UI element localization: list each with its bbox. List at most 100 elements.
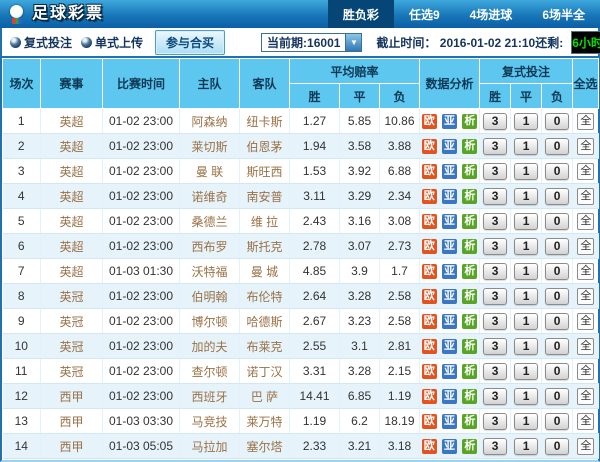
select-all-row-button[interactable]: 全 — [577, 238, 594, 255]
bet-lose-button[interactable]: 0 — [545, 163, 569, 180]
bet-lose-button[interactable]: 0 — [545, 213, 569, 230]
asia-odds-icon[interactable]: 亚 — [442, 289, 457, 304]
europe-odds-icon[interactable]: 欧 — [422, 139, 437, 154]
select-all-row-button[interactable]: 全 — [577, 438, 594, 455]
asia-odds-icon[interactable]: 亚 — [442, 339, 457, 354]
bet-lose-button[interactable]: 0 — [545, 113, 569, 130]
tab-4-match-goals[interactable]: 4场进球 — [455, 0, 528, 28]
asia-odds-icon[interactable]: 亚 — [442, 114, 457, 129]
asia-odds-icon[interactable]: 亚 — [442, 439, 457, 454]
bet-draw-button[interactable]: 1 — [514, 238, 538, 255]
bet-draw-button[interactable]: 1 — [514, 438, 538, 455]
radio-single-upload-icon[interactable] — [81, 37, 92, 48]
bet-lose-button[interactable]: 0 — [545, 413, 569, 430]
radio-single-upload[interactable]: 单式上传 — [81, 34, 143, 51]
bet-win-button[interactable]: 3 — [483, 313, 507, 330]
asia-odds-icon[interactable]: 亚 — [442, 164, 457, 179]
bet-lose-button[interactable]: 0 — [545, 438, 569, 455]
bet-draw-button[interactable]: 1 — [514, 363, 538, 380]
bet-lose-button[interactable]: 0 — [545, 288, 569, 305]
analysis-icon[interactable]: 析 — [462, 414, 477, 429]
analysis-icon[interactable]: 析 — [462, 339, 477, 354]
select-all-row-button[interactable]: 全 — [577, 313, 594, 330]
bet-draw-button[interactable]: 1 — [514, 113, 538, 130]
tab-win-draw-lose[interactable]: 胜负彩 — [328, 0, 394, 28]
select-all-row-button[interactable]: 全 — [577, 388, 594, 405]
europe-odds-icon[interactable]: 欧 — [422, 439, 437, 454]
chevron-down-icon[interactable]: ▼ — [345, 34, 361, 51]
europe-odds-icon[interactable]: 欧 — [422, 364, 437, 379]
asia-odds-icon[interactable]: 亚 — [442, 189, 457, 204]
bet-win-button[interactable]: 3 — [483, 188, 507, 205]
asia-odds-icon[interactable]: 亚 — [442, 239, 457, 254]
europe-odds-icon[interactable]: 欧 — [422, 389, 437, 404]
bet-win-button[interactable]: 3 — [483, 213, 507, 230]
bet-win-button[interactable]: 3 — [483, 163, 507, 180]
bet-draw-button[interactable]: 1 — [514, 138, 538, 155]
bet-lose-button[interactable]: 0 — [545, 238, 569, 255]
bet-lose-button[interactable]: 0 — [545, 313, 569, 330]
europe-odds-icon[interactable]: 欧 — [422, 239, 437, 254]
radio-multi-bet-icon[interactable] — [10, 37, 21, 48]
analysis-icon[interactable]: 析 — [462, 239, 477, 254]
analysis-icon[interactable]: 析 — [462, 214, 477, 229]
bet-win-button[interactable]: 3 — [483, 263, 507, 280]
bet-draw-button[interactable]: 1 — [514, 263, 538, 280]
select-all-row-button[interactable]: 全 — [577, 113, 594, 130]
analysis-icon[interactable]: 析 — [462, 164, 477, 179]
europe-odds-icon[interactable]: 欧 — [422, 289, 437, 304]
bet-draw-button[interactable]: 1 — [514, 338, 538, 355]
europe-odds-icon[interactable]: 欧 — [422, 339, 437, 354]
bet-win-button[interactable]: 3 — [483, 113, 507, 130]
europe-odds-icon[interactable]: 欧 — [422, 414, 437, 429]
europe-odds-icon[interactable]: 欧 — [422, 314, 437, 329]
bet-lose-button[interactable]: 0 — [545, 188, 569, 205]
europe-odds-icon[interactable]: 欧 — [422, 264, 437, 279]
bet-win-button[interactable]: 3 — [483, 288, 507, 305]
bet-win-button[interactable]: 3 — [483, 238, 507, 255]
europe-odds-icon[interactable]: 欧 — [422, 114, 437, 129]
bet-draw-button[interactable]: 1 — [514, 313, 538, 330]
bet-win-button[interactable]: 3 — [483, 338, 507, 355]
bet-win-button[interactable]: 3 — [483, 438, 507, 455]
bet-lose-button[interactable]: 0 — [545, 138, 569, 155]
bet-draw-button[interactable]: 1 — [514, 388, 538, 405]
analysis-icon[interactable]: 析 — [462, 189, 477, 204]
asia-odds-icon[interactable]: 亚 — [442, 264, 457, 279]
bet-win-button[interactable]: 3 — [483, 413, 507, 430]
bet-lose-button[interactable]: 0 — [545, 338, 569, 355]
select-all-row-button[interactable]: 全 — [577, 338, 594, 355]
bet-draw-button[interactable]: 1 — [514, 188, 538, 205]
bet-lose-button[interactable]: 0 — [545, 363, 569, 380]
asia-odds-icon[interactable]: 亚 — [442, 314, 457, 329]
tab-6-match-half-full[interactable]: 6场半全 — [527, 0, 600, 28]
analysis-icon[interactable]: 析 — [462, 314, 477, 329]
bet-draw-button[interactable]: 1 — [514, 288, 538, 305]
radio-multi-bet[interactable]: 复式投注 — [10, 34, 72, 51]
asia-odds-icon[interactable]: 亚 — [442, 389, 457, 404]
select-all-row-button[interactable]: 全 — [577, 188, 594, 205]
bet-win-button[interactable]: 3 — [483, 388, 507, 405]
tab-pick-9[interactable]: 任选9 — [394, 0, 455, 28]
select-all-row-button[interactable]: 全 — [577, 413, 594, 430]
europe-odds-icon[interactable]: 欧 — [422, 189, 437, 204]
europe-odds-icon[interactable]: 欧 — [422, 164, 437, 179]
select-all-row-button[interactable]: 全 — [577, 288, 594, 305]
analysis-icon[interactable]: 析 — [462, 389, 477, 404]
select-all-row-button[interactable]: 全 — [577, 363, 594, 380]
asia-odds-icon[interactable]: 亚 — [442, 139, 457, 154]
period-select[interactable]: 当前期:16001 ▼ — [261, 33, 362, 52]
analysis-icon[interactable]: 析 — [462, 439, 477, 454]
analysis-icon[interactable]: 析 — [462, 139, 477, 154]
europe-odds-icon[interactable]: 欧 — [422, 214, 437, 229]
select-all-row-button[interactable]: 全 — [577, 213, 594, 230]
analysis-icon[interactable]: 析 — [462, 364, 477, 379]
asia-odds-icon[interactable]: 亚 — [442, 364, 457, 379]
select-all-row-button[interactable]: 全 — [577, 138, 594, 155]
bet-win-button[interactable]: 3 — [483, 138, 507, 155]
join-group-buy-button[interactable]: 参与合买 — [155, 30, 225, 55]
asia-odds-icon[interactable]: 亚 — [442, 414, 457, 429]
bet-win-button[interactable]: 3 — [483, 363, 507, 380]
bet-lose-button[interactable]: 0 — [545, 388, 569, 405]
select-all-row-button[interactable]: 全 — [577, 163, 594, 180]
